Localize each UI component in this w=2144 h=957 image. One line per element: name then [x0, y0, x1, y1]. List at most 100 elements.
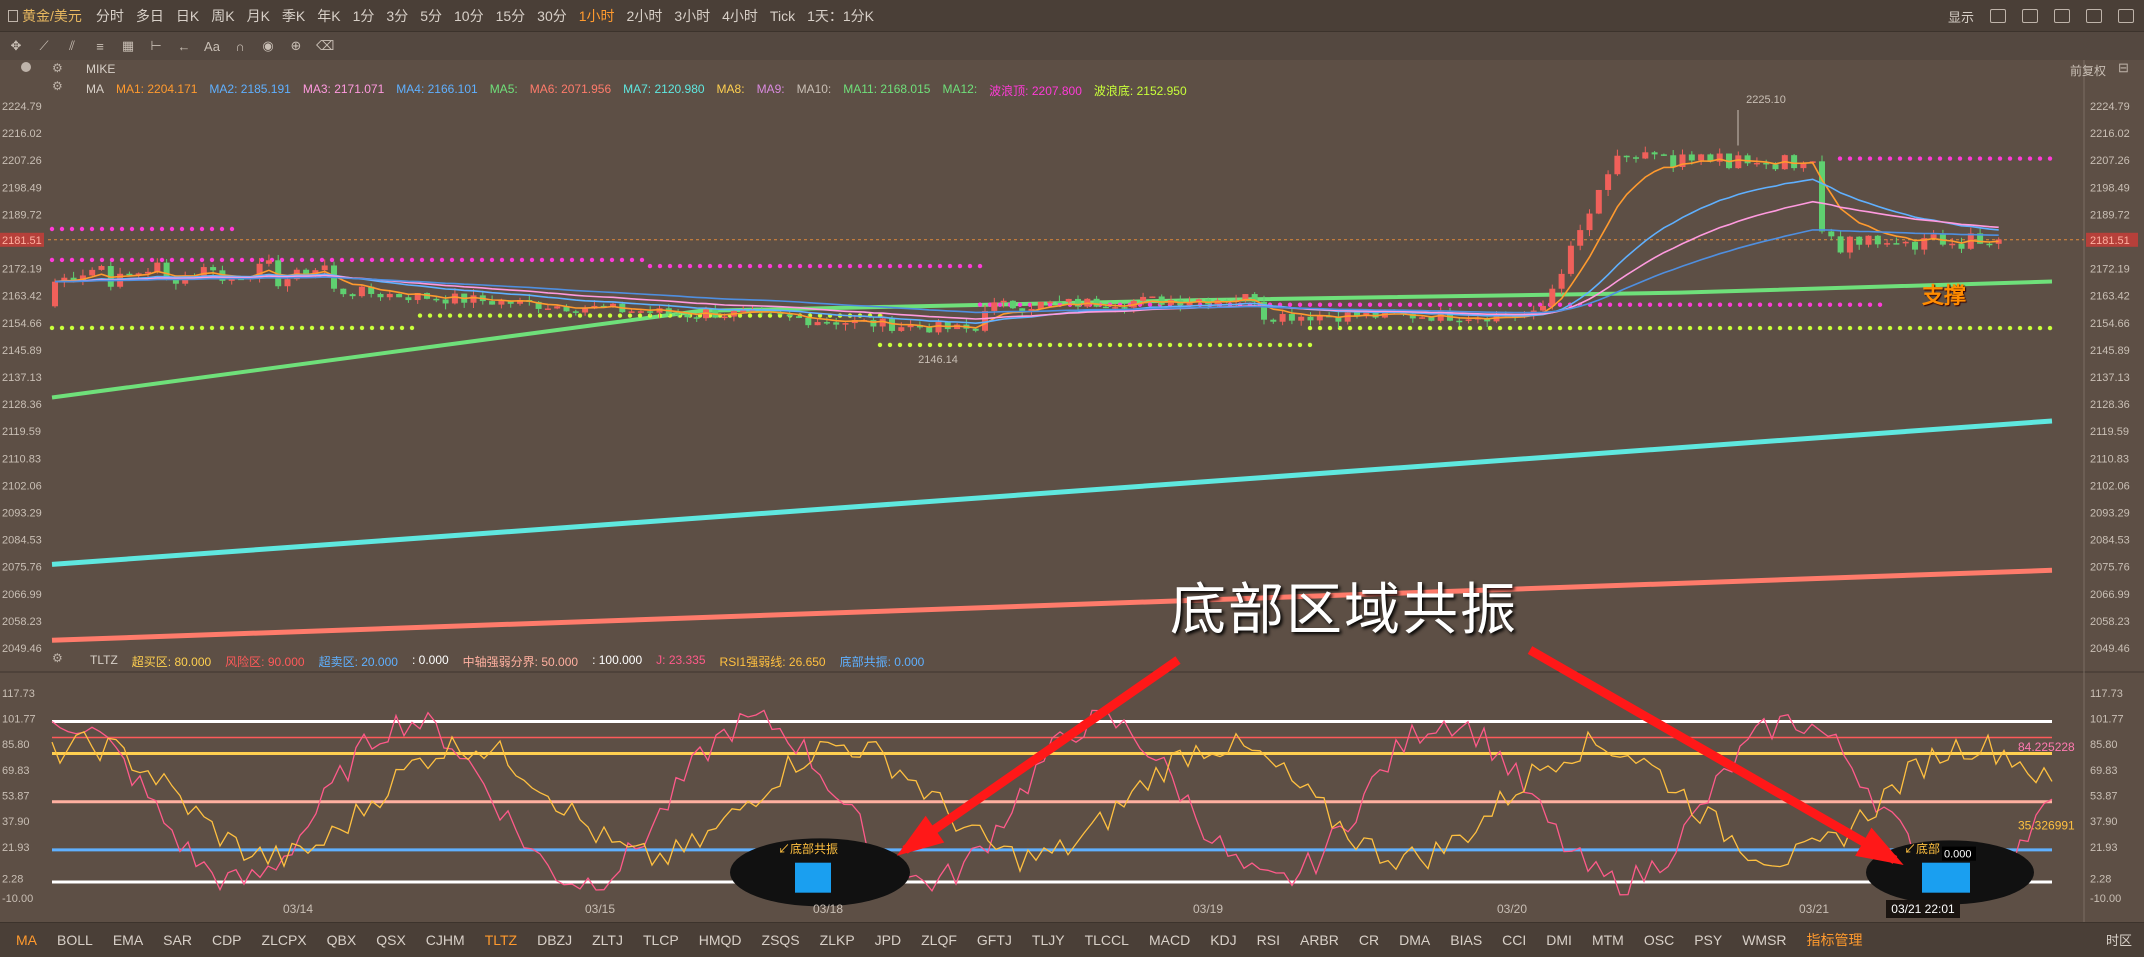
indicator-tab[interactable]: ARBR: [1290, 932, 1349, 948]
restore-label[interactable]: 前复权: [2070, 62, 2106, 79]
candle-body: [470, 295, 477, 303]
lock-icon[interactable]: ⊕: [288, 38, 304, 54]
indicator-tab[interactable]: JPD: [865, 932, 911, 948]
ruler-tool-icon[interactable]: ⊢: [148, 38, 164, 54]
display-menu[interactable]: 显示: [1948, 7, 1974, 26]
wave-top-dot: [639, 257, 645, 263]
indicator-tab[interactable]: TLCP: [633, 932, 689, 948]
custom-period[interactable]: 1天：1分K: [801, 6, 880, 26]
y-tick-left: 2154.66: [2, 318, 42, 330]
ma3-line: [54, 200, 1999, 320]
indicator-tab[interactable]: ZLTJ: [582, 932, 633, 948]
indicator-tab[interactable]: DMA: [1389, 932, 1440, 948]
y-tick-left: 2102.06: [2, 480, 42, 492]
indicator-tab[interactable]: KDJ: [1200, 932, 1246, 948]
y-tick-left: 2066.99: [2, 589, 42, 601]
period-tab[interactable]: 10分: [448, 6, 490, 26]
indicator-tab[interactable]: MTM: [1582, 932, 1634, 948]
indicator-tab[interactable]: ZLKP: [810, 932, 865, 948]
candle-body: [1930, 234, 1937, 239]
period-tab[interactable]: 5分: [414, 6, 448, 26]
wave-bottom-dot: [887, 342, 893, 348]
indicator-tab[interactable]: SAR: [153, 932, 202, 948]
wave-top-dot: [1447, 302, 1453, 307]
wave-top-dot: [1667, 302, 1673, 307]
arrow-tool-icon[interactable]: ←: [176, 39, 192, 54]
wave-top-dot: [199, 257, 205, 263]
period-tab[interactable]: 周K: [205, 6, 240, 26]
period-tab[interactable]: 2小时: [621, 6, 669, 26]
magnet-icon[interactable]: ∩: [232, 39, 248, 54]
period-tab[interactable]: 年K: [311, 6, 346, 26]
period-tab[interactable]: 分时: [90, 6, 130, 26]
indicator-tab[interactable]: ZLCPX: [252, 932, 317, 948]
indicator-name[interactable]: MIKE: [86, 62, 115, 76]
indicator-tab[interactable]: CCI: [1492, 932, 1536, 948]
indicator-tab[interactable]: CR: [1349, 932, 1389, 948]
period-tab[interactable]: 1小时: [573, 6, 621, 26]
indicator-tab[interactable]: QSX: [366, 932, 416, 948]
wave-top-dot: [1857, 302, 1863, 307]
top-toolbar: 黄金/美元 分时 多日 日K 周K 月K 季K 年K 1分 3分 5分 10分 15分 30分 1小时 2小…: [0, 0, 2144, 32]
settings-icon[interactable]: [2086, 9, 2102, 23]
chart-svg[interactable]: 2224.79 2224.79 2216.02 2216.02 2207.26 2207.…: [0, 60, 2144, 922]
indicator-tab[interactable]: EMA: [103, 932, 153, 948]
period-tab[interactable]: 30分: [531, 6, 573, 26]
layout-icon[interactable]: [1990, 9, 2006, 23]
candle-body: [1065, 298, 1072, 302]
indicator-tab[interactable]: ZLQF: [911, 932, 967, 948]
fib-tool-icon[interactable]: ≡: [92, 39, 108, 54]
period-tab[interactable]: Tick: [764, 8, 801, 24]
period-tab[interactable]: 多日: [130, 6, 170, 26]
indicator-tab[interactable]: CDP: [202, 932, 252, 948]
indicator-manage-button[interactable]: 指标管理: [1797, 930, 1873, 950]
period-tab[interactable]: 1分: [347, 6, 381, 26]
sub-y-tick-right: 53.87: [2090, 790, 2118, 802]
indicator-tab[interactable]: MA: [6, 932, 47, 948]
indicator-tab[interactable]: TLCCL: [1075, 932, 1139, 948]
symbol-selector[interactable]: 黄金/美元: [0, 6, 90, 26]
indicator-tab[interactable]: MACD: [1139, 932, 1200, 948]
indicator-tab[interactable]: PSY: [1684, 932, 1732, 948]
chart-area[interactable]: 2224.79 2224.79 2216.02 2216.02 2207.26 2207.…: [0, 60, 2144, 922]
period-tab[interactable]: 月K: [241, 6, 276, 26]
indicator-tab[interactable]: RSI: [1247, 932, 1290, 948]
indicator-tab[interactable]: DBZJ: [527, 932, 582, 948]
indicator-tab[interactable]: WMSR: [1732, 932, 1796, 948]
channel-tool-icon[interactable]: ⫽: [64, 38, 80, 54]
wave-bottom-dot: [1297, 342, 1303, 348]
period-tab[interactable]: 季K: [276, 6, 311, 26]
eraser-icon[interactable]: ⌫: [316, 38, 334, 54]
fullscreen-icon[interactable]: [2118, 9, 2134, 23]
draw-icon[interactable]: [2054, 9, 2070, 23]
text-tool-icon[interactable]: Aa: [204, 39, 220, 54]
indicator-tab[interactable]: ZSQS: [752, 932, 810, 948]
indicator-tab[interactable]: QBX: [317, 932, 367, 948]
period-tab[interactable]: 3分: [380, 6, 414, 26]
timezone-label[interactable]: 时区: [2106, 930, 2132, 949]
eye-icon[interactable]: ◉: [260, 38, 276, 54]
period-tab[interactable]: 3小时: [668, 6, 716, 26]
wave-top-dot: [1627, 302, 1633, 307]
period-tab[interactable]: 日K: [170, 6, 205, 26]
indicator-tab[interactable]: HMQD: [689, 932, 752, 948]
wave-top-dot: [1507, 302, 1513, 307]
camera-icon[interactable]: [2022, 9, 2038, 23]
indicator-tab[interactable]: GFTJ: [967, 932, 1022, 948]
indicator-tab[interactable]: DMI: [1536, 932, 1582, 948]
indicator-tab[interactable]: OSC: [1634, 932, 1684, 948]
shape-tool-icon[interactable]: ▦: [120, 38, 136, 54]
crosshair-icon[interactable]: ✥: [8, 38, 24, 54]
candle-body: [1735, 155, 1742, 169]
x-date-label: 03/19: [1193, 902, 1223, 916]
indicator-tab[interactable]: TLJY: [1022, 932, 1075, 948]
period-tab[interactable]: 4小时: [716, 6, 764, 26]
indicator-tab[interactable]: TLTZ: [475, 932, 527, 948]
indicator-tab[interactable]: BOLL: [47, 932, 103, 948]
period-tab[interactable]: 15分: [490, 6, 532, 26]
candle-body: [1605, 174, 1612, 190]
ma-legend-item: MA3: 2171.071: [302, 82, 385, 96]
indicator-tab[interactable]: BIAS: [1440, 932, 1492, 948]
line-tool-icon[interactable]: ⟋: [36, 38, 52, 54]
indicator-tab[interactable]: CJHM: [416, 932, 475, 948]
